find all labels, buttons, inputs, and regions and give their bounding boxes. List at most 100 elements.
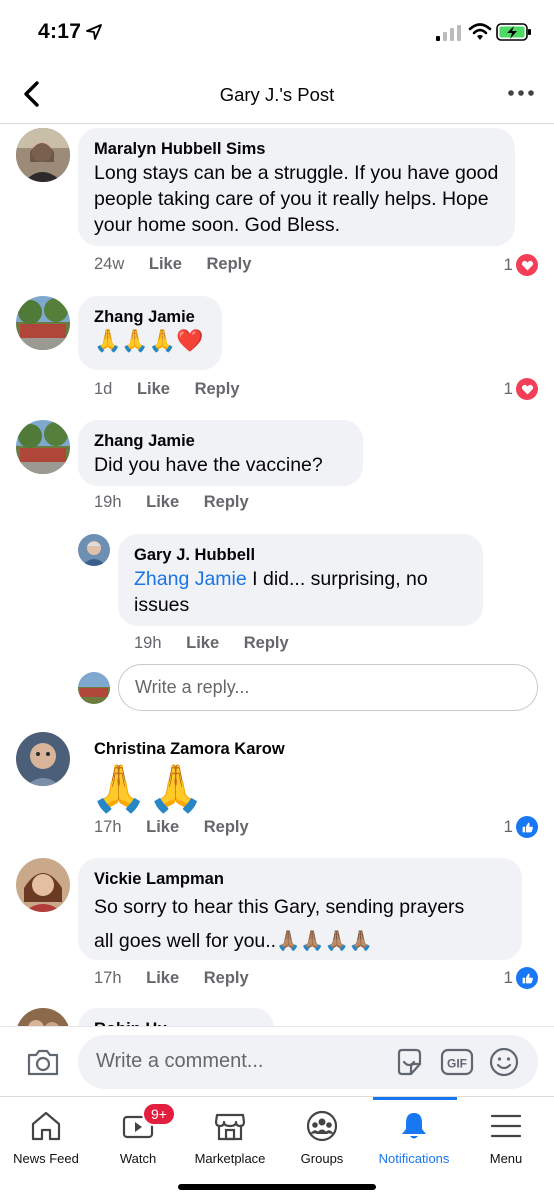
menu-icon <box>490 1114 522 1138</box>
emoji-icon[interactable] <box>488 1046 520 1078</box>
page-title: Gary J.'s Post <box>219 84 335 105</box>
tab-marketplace[interactable]: Marketplace <box>184 1097 276 1177</box>
notification-badge: 9+ <box>142 1102 176 1126</box>
battery-charging-icon <box>496 23 531 41</box>
status-time: 4:17 <box>38 20 82 43</box>
home-indicator <box>178 1184 376 1190</box>
reply-time: 19h <box>134 634 162 652</box>
reply-button[interactable]: Reply <box>204 969 249 988</box>
gif-icon[interactable]: GIF <box>440 1047 474 1077</box>
like-button[interactable]: Like <box>149 255 182 274</box>
reaction-count[interactable]: 1 <box>504 967 538 989</box>
tab-notifications[interactable]: Notifications <box>368 1097 460 1177</box>
reply-button[interactable]: Reply <box>207 255 252 274</box>
home-icon <box>31 1111 61 1141</box>
avatar[interactable] <box>16 128 70 182</box>
comment-text: 🙏🙏 <box>90 762 205 814</box>
avatar[interactable] <box>16 732 70 786</box>
reply-input-placeholder: Write a reply... <box>135 677 250 697</box>
reply-author[interactable]: Gary J. Hubbell <box>134 544 467 566</box>
comment-text-line: So sorry to hear this Gary, sending pray… <box>94 896 465 918</box>
comment-actions: 17h Like Reply <box>94 818 249 837</box>
comment-bubble: Zhang Jamie Did you have the vaccine? <box>78 420 363 486</box>
groups-icon <box>306 1110 338 1142</box>
avatar[interactable] <box>16 1008 70 1026</box>
comment-actions: 1d Like Reply <box>94 380 240 399</box>
avatar[interactable] <box>16 858 70 912</box>
status-bar: 4:17 <box>0 0 554 64</box>
more-options-icon[interactable] <box>508 88 534 98</box>
tab-menu[interactable]: Menu <box>460 1097 552 1177</box>
reply-text: Zhang Jamie I did... surprising, no issu… <box>134 566 467 618</box>
bottom-tab-bar: News Feed 9+ Watch Marketplace Groups No… <box>0 1096 554 1200</box>
reaction-count-value: 1 <box>503 255 513 274</box>
like-button[interactable]: Like <box>146 493 179 512</box>
tab-label: Menu <box>489 1151 523 1166</box>
svg-text:GIF: GIF <box>447 1057 467 1071</box>
reply-button[interactable]: Reply <box>204 493 249 512</box>
comment-author[interactable]: Vickie Lampman <box>94 868 506 890</box>
comments-list: Maralyn Hubbell Sims Long stays can be a… <box>0 124 554 1026</box>
bell-icon <box>402 1113 426 1139</box>
comment-bubble: Vickie Lampman So sorry to hear this Gar… <box>78 858 522 960</box>
like-button[interactable]: Like <box>146 818 179 837</box>
comment-text: Long stays can be a struggle. If you hav… <box>94 162 499 236</box>
like-icon <box>516 967 538 989</box>
marketplace-icon <box>214 1113 246 1141</box>
reply-actions: 19h Like Reply <box>134 634 289 653</box>
like-button[interactable]: Like <box>146 969 179 988</box>
comment-time: 1d <box>94 380 113 398</box>
comment-composer: Write a comment... GIF <box>0 1026 554 1096</box>
comment-bubble: Maralyn Hubbell Sims Long stays can be a… <box>78 128 515 246</box>
like-icon <box>516 816 538 838</box>
reply-button[interactable]: Reply <box>244 634 289 653</box>
reply-button[interactable]: Reply <box>195 380 240 399</box>
tab-groups[interactable]: Groups <box>276 1097 368 1177</box>
reaction-count-value: 1 <box>503 817 513 836</box>
avatar[interactable] <box>16 296 70 350</box>
comment-time: 19h <box>94 493 122 511</box>
comment-author[interactable]: Zhang Jamie <box>94 430 347 452</box>
reaction-count-value: 1 <box>503 968 513 987</box>
comment-actions: 24w Like Reply <box>94 255 251 274</box>
comment-input[interactable]: Write a comment... GIF <box>78 1035 538 1089</box>
reaction-count[interactable]: 1 <box>504 254 538 276</box>
comment-time: 17h <box>94 969 122 987</box>
comment-actions: 19h Like Reply <box>94 493 249 512</box>
comment-text: 🙏🙏🙏❤️ <box>94 328 204 353</box>
tab-news-feed[interactable]: News Feed <box>0 1097 92 1177</box>
reply-bubble: Gary J. Hubbell Zhang Jamie I did... sur… <box>118 534 483 626</box>
comment-author[interactable]: Christina Zamora Karow <box>94 738 285 760</box>
like-button[interactable]: Like <box>186 634 219 653</box>
cellular-signal-icon <box>436 25 461 41</box>
avatar[interactable] <box>78 534 110 566</box>
reaction-count[interactable]: 1 <box>504 378 538 400</box>
heart-icon <box>516 254 538 276</box>
comment-text: Did you have the vaccine? <box>94 454 323 476</box>
avatar <box>78 672 110 704</box>
camera-icon[interactable] <box>26 1047 60 1077</box>
comment-author[interactable]: Maralyn Hubbell Sims <box>94 138 499 160</box>
sticker-icon[interactable] <box>394 1047 424 1077</box>
mention-link[interactable]: Zhang Jamie <box>134 568 247 590</box>
post-header: Gary J.'s Post <box>0 64 554 124</box>
reply-button[interactable]: Reply <box>204 818 249 837</box>
tab-watch[interactable]: 9+ Watch <box>92 1097 184 1177</box>
reaction-count[interactable]: 1 <box>504 816 538 838</box>
reaction-count-value: 1 <box>503 379 513 398</box>
heart-icon <box>516 378 538 400</box>
location-arrow-icon <box>86 24 102 40</box>
comment-actions: 17h Like Reply <box>94 969 249 988</box>
like-button[interactable]: Like <box>137 380 170 399</box>
comment-bubble: Robin Hu... <box>78 1008 274 1026</box>
comment-author[interactable]: Robin Hu... <box>94 1018 258 1026</box>
comment-time: 24w <box>94 255 125 273</box>
reply-input[interactable]: Write a reply... <box>118 664 538 711</box>
comment-author[interactable]: Zhang Jamie <box>94 306 206 328</box>
comment-bubble: Zhang Jamie 🙏🙏🙏❤️ <box>78 296 222 370</box>
comment-input-placeholder: Write a comment... <box>96 1050 264 1072</box>
comment-time: 17h <box>94 818 122 836</box>
comment-text-line: all goes well for you..🙏🏽🙏🏽🙏🏽🙏🏽 <box>94 930 374 952</box>
wifi-icon <box>468 23 492 40</box>
avatar[interactable] <box>16 420 70 474</box>
